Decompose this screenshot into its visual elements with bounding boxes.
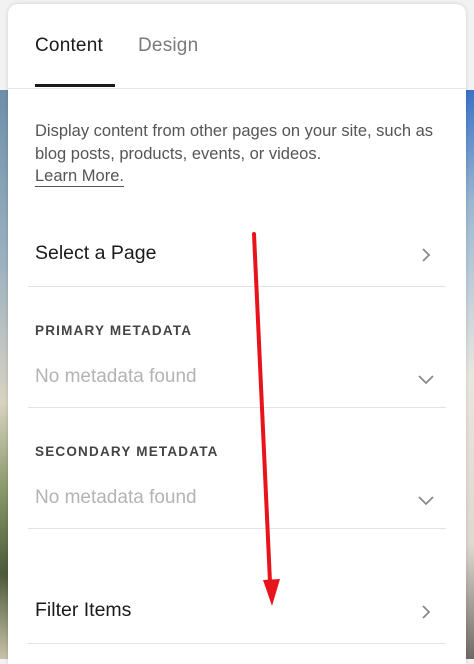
tab-bar: Content Design	[8, 4, 466, 89]
filter-items-row[interactable]: Filter Items	[28, 589, 446, 641]
divider	[28, 528, 446, 529]
primary-metadata-value: No metadata found	[35, 366, 197, 387]
primary-metadata-heading: PRIMARY METADATA	[35, 323, 193, 338]
content-settings-panel: Content Design Display content from othe…	[8, 4, 466, 664]
background-image-left	[0, 90, 8, 659]
select-page-row[interactable]: Select a Page	[28, 232, 446, 286]
divider	[28, 407, 446, 408]
active-tab-indicator	[35, 84, 115, 87]
filter-items-label: Filter Items	[35, 599, 132, 621]
divider	[28, 643, 446, 644]
chevron-right-icon	[422, 248, 431, 262]
chevron-right-icon	[422, 605, 431, 619]
secondary-metadata-select[interactable]: No metadata found	[28, 477, 446, 527]
primary-metadata-select[interactable]: No metadata found	[28, 356, 446, 406]
background-image-right	[466, 90, 474, 659]
divider	[28, 286, 446, 287]
secondary-metadata-value: No metadata found	[35, 487, 197, 508]
chevron-down-icon	[418, 375, 434, 385]
secondary-metadata-heading: SECONDARY METADATA	[35, 444, 219, 459]
chevron-down-icon	[418, 496, 434, 506]
tab-design[interactable]: Design	[138, 35, 198, 57]
learn-more-link[interactable]: Learn More.	[35, 166, 124, 187]
description-text: Display content from other pages on your…	[35, 122, 434, 163]
tab-content[interactable]: Content	[35, 35, 103, 57]
select-page-label: Select a Page	[35, 242, 157, 264]
